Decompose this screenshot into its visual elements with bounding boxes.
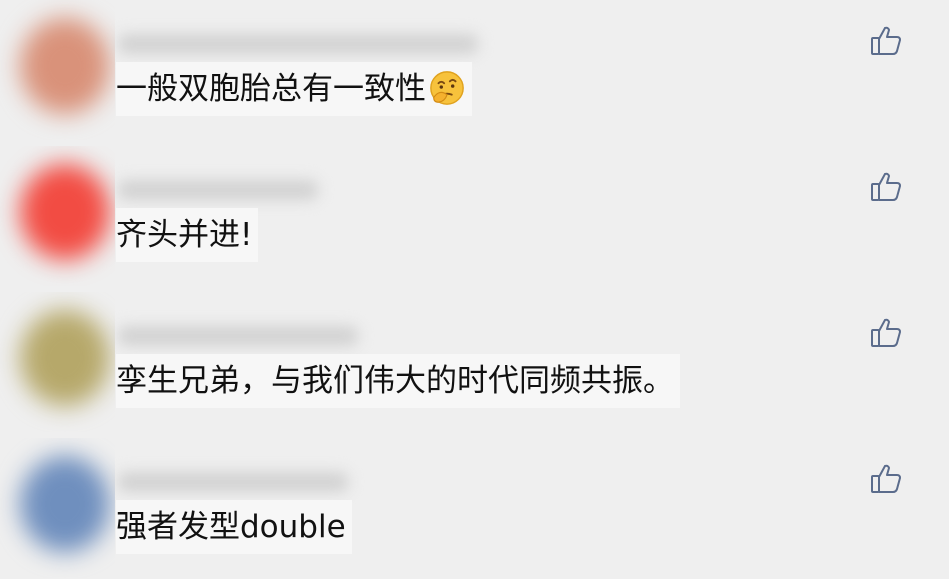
- username-blurred[interactable]: [118, 472, 348, 492]
- comment-text: 强者发型double: [116, 500, 352, 554]
- username-blurred[interactable]: [118, 180, 318, 200]
- thumbs-up-icon[interactable]: [869, 170, 903, 204]
- avatar-container: [0, 438, 115, 578]
- avatar-container: [0, 292, 115, 432]
- thumbs-up-icon[interactable]: [869, 462, 903, 496]
- comment-item: 孪生兄弟，与我们伟大的时代同频共振。: [0, 292, 949, 432]
- avatar[interactable]: [20, 18, 110, 114]
- comment-text-content: 齐头并进!: [116, 217, 253, 253]
- avatar[interactable]: [20, 456, 110, 552]
- thinking-face-emoji-icon: [430, 70, 464, 105]
- avatar[interactable]: [20, 164, 110, 260]
- comment-text: 一般双胞胎总有一致性: [116, 62, 472, 116]
- comment-text: 齐头并进!: [116, 208, 259, 262]
- thumbs-up-icon[interactable]: [869, 24, 903, 58]
- comment-item: 齐头并进!: [0, 146, 949, 286]
- comment-text: 孪生兄弟，与我们伟大的时代同频共振。: [116, 354, 680, 408]
- avatar-container: [0, 146, 115, 286]
- comment-text-content: 孪生兄弟，与我们伟大的时代同频共振。: [116, 363, 674, 399]
- username-blurred[interactable]: [118, 34, 478, 54]
- avatar-container: [0, 0, 115, 140]
- comment-text-content: 一般双胞胎总有一致性: [116, 71, 426, 107]
- thumbs-up-icon[interactable]: [869, 316, 903, 350]
- username-blurred[interactable]: [118, 326, 358, 346]
- comment-text-content: 强者发型double: [116, 509, 346, 545]
- comment-item: 强者发型double: [0, 438, 949, 578]
- comment-item: 一般双胞胎总有一致性: [0, 0, 949, 140]
- avatar[interactable]: [20, 310, 110, 406]
